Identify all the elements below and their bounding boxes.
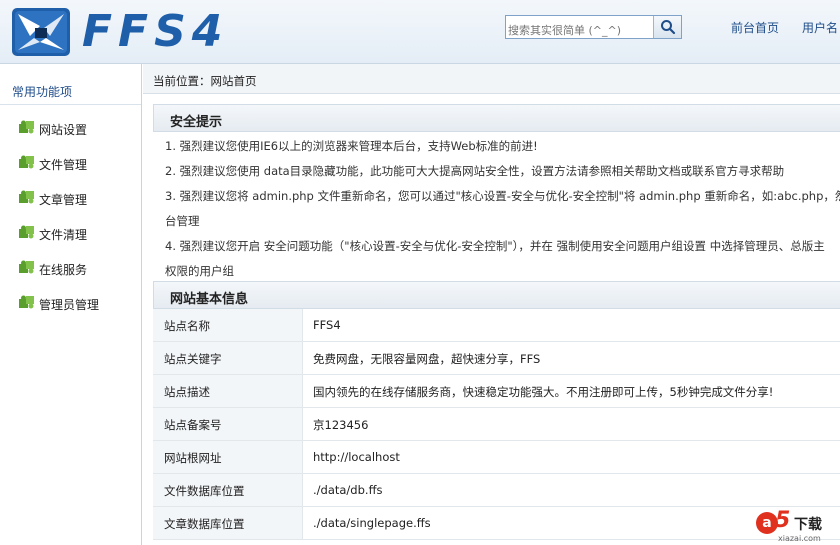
- row-key: 站点描述: [164, 385, 210, 399]
- nav-frontend-home[interactable]: 前台首页: [731, 19, 779, 36]
- sidebar-item-article-management[interactable]: 文章管理: [18, 188, 133, 208]
- sidebar-item-file-cleanup[interactable]: 文件清理: [18, 223, 133, 243]
- site-info-header: 网站基本信息: [153, 281, 840, 309]
- search-button[interactable]: [653, 16, 681, 38]
- sidebar-item-online-service[interactable]: 在线服务: [18, 258, 133, 278]
- row-value: 国内领先的在线存储服务商，快速稳定功能强大。不用注册即可上传，5秒钟完成文件分享…: [313, 385, 774, 399]
- watermark-logo: a 5 下载 xiazai.com: [756, 508, 840, 545]
- row-value: 免费网盘，无限容量网盘，超快速分享，FFS: [313, 352, 541, 366]
- brand-name: FFS4: [82, 6, 229, 57]
- table-row: 文章数据库位置 ./data/singlepage.ffs: [153, 507, 840, 540]
- table-row: 站点描述 国内领先的在线存储服务商，快速稳定功能强大。不用注册即可上传，5秒钟完…: [153, 375, 840, 408]
- security-tip-line: 台管理: [165, 214, 200, 228]
- sidebar-item-label: 文章管理: [39, 193, 88, 207]
- watermark-digit: 5: [775, 508, 791, 533]
- puzzle-icon: [19, 295, 34, 309]
- table-row: 站点关键字 免费网盘，无限容量网盘，超快速分享，FFS: [153, 342, 840, 375]
- puzzle-icon: [19, 225, 34, 239]
- table-row: 网站根网址 http://localhost: [153, 441, 840, 474]
- puzzle-icon: [19, 155, 34, 169]
- sidebar-item-label: 管理员管理: [39, 298, 100, 312]
- table-row: 站点名称 FFS4: [153, 309, 840, 342]
- sidebar-item-admin-management[interactable]: 管理员管理: [18, 293, 133, 313]
- sidebar-title: 常用功能项: [12, 85, 73, 99]
- logo-icon[interactable]: [10, 6, 72, 58]
- security-tip-line: 权限的用户组: [165, 264, 234, 278]
- search-icon: [661, 20, 676, 35]
- sidebar-item-label: 网站设置: [39, 123, 88, 137]
- security-tip-line: 3. 强烈建议您将 admin.php 文件重新命名，您可以通过"核心设置-安全…: [165, 189, 840, 203]
- breadcrumb-text: 当前位置：网站首页: [153, 74, 257, 88]
- sidebar-item-label: 文件管理: [39, 158, 88, 172]
- row-value: http://localhost: [313, 450, 400, 464]
- security-tip-line: 1. 强烈建议您使用IE6以上的浏览器来管理本后台，支持Web标准的前进!: [165, 139, 538, 153]
- puzzle-icon: [19, 260, 34, 274]
- nav-username[interactable]: 用户名: [802, 19, 838, 36]
- section-title: 安全提示: [170, 115, 223, 130]
- row-value: ./data/db.ffs: [313, 483, 383, 497]
- puzzle-icon: [19, 120, 34, 134]
- watermark-url: xiazai.com: [778, 534, 821, 543]
- row-key: 文件数据库位置: [164, 484, 245, 498]
- sidebar-item-label: 在线服务: [39, 263, 88, 277]
- row-key: 站点关键字: [164, 352, 222, 366]
- row-key: 文章数据库位置: [164, 517, 245, 531]
- header: FFS4 前台首页 用户名: [0, 0, 840, 64]
- search-box: [505, 15, 682, 39]
- section-title: 网站基本信息: [170, 292, 249, 307]
- watermark-text: 下载: [794, 517, 822, 533]
- row-value: 京123456: [313, 418, 369, 432]
- row-value: FFS4: [313, 318, 341, 332]
- sidebar-divider: [0, 104, 141, 105]
- security-tips-header: 安全提示: [153, 104, 840, 132]
- main-content: 安全提示 1. 强烈建议您使用IE6以上的浏览器来管理本后台，支持Web标准的前…: [153, 104, 840, 545]
- table-row: 站点备案号 京123456: [153, 408, 840, 441]
- sidebar: 常用功能项 网站设置 文件管理 文章管理 文件清理 在线服务 管理员管理: [0, 64, 142, 545]
- security-tip-line: 4. 强烈建议您开启 安全问题功能（"核心设置-安全与优化-安全控制"），并在 …: [165, 239, 825, 253]
- puzzle-icon: [19, 190, 34, 204]
- security-tip-line: 2. 强烈建议您使用 data目录隐藏功能，此功能可大大提高网站安全性，设置方法…: [165, 164, 785, 178]
- sidebar-item-site-settings[interactable]: 网站设置: [18, 118, 133, 138]
- search-input[interactable]: [506, 16, 656, 38]
- row-value: ./data/singlepage.ffs: [313, 516, 431, 530]
- sidebar-item-file-management[interactable]: 文件管理: [18, 153, 133, 173]
- row-key: 网站根网址: [164, 451, 222, 465]
- row-key: 站点名称: [164, 319, 210, 333]
- breadcrumb: 当前位置：网站首页: [143, 64, 840, 94]
- table-row: 文件数据库位置 ./data/db.ffs: [153, 474, 840, 507]
- row-key: 站点备案号: [164, 418, 222, 432]
- sidebar-item-label: 文件清理: [39, 228, 88, 242]
